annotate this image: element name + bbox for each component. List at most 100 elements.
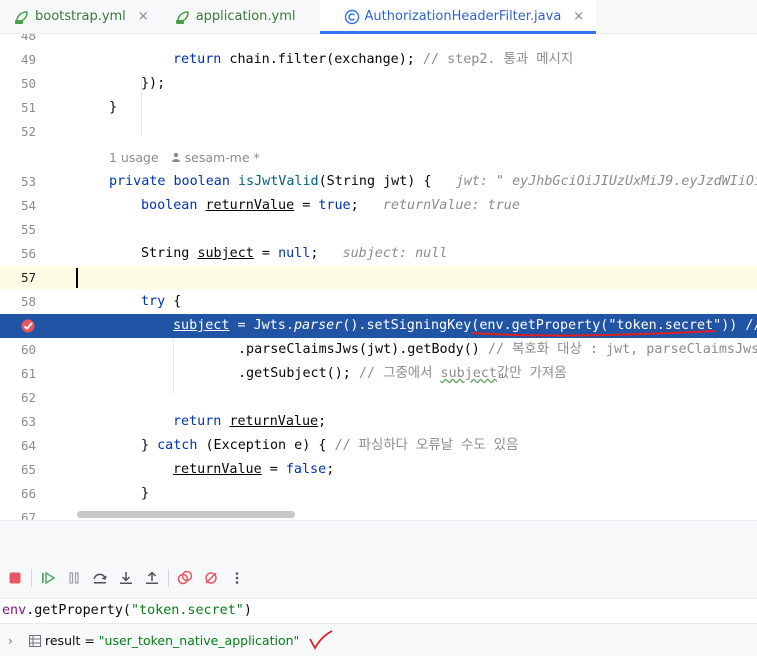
code-text: returnValue = false; <box>173 462 335 477</box>
usage-count[interactable]: 1 usage <box>109 150 159 165</box>
code-line: 64 } catch (Exception e) { // 파싱하다 오류날 수… <box>0 434 757 458</box>
line-number: 57 <box>20 270 36 285</box>
text-caret <box>76 268 78 288</box>
pause-icon <box>69 572 79 584</box>
code-text: .parseClaimsJws(jwt).getBody() // 복호화 대상… <box>238 342 757 357</box>
code-line: 51 } <box>0 96 757 120</box>
tab-label: application.yml <box>195 9 296 24</box>
code-text: return returnValue; <box>173 414 327 429</box>
yml-file-icon <box>175 10 189 24</box>
breakpoint-icon[interactable] <box>20 318 36 334</box>
view-breakpoints-button[interactable] <box>172 565 198 591</box>
line-number: 64 <box>20 438 36 453</box>
line-number: 48 <box>20 34 36 43</box>
close-tab-button[interactable]: × <box>138 9 149 24</box>
code-line: 63 return returnValue; <box>0 410 757 434</box>
line-number: 50 <box>20 76 36 91</box>
resume-icon <box>42 571 56 585</box>
tab-authorization-header-filter[interactable]: AuthorizationHeaderFilter.java × <box>319 0 597 34</box>
code-line: 50 }); <box>0 72 757 96</box>
step-into-icon <box>120 572 132 584</box>
result-text: result = "user_token_native_application" <box>45 633 300 648</box>
evaluation-result-row[interactable]: › result = "user_token_native_applicatio… <box>0 625 757 656</box>
line-number: 66 <box>20 486 36 501</box>
red-checkmark-annotation <box>309 630 333 650</box>
line-number: 53 <box>20 174 36 189</box>
line-number: 51 <box>20 100 36 115</box>
code-line: 62 <box>0 386 757 410</box>
tab-bootstrap-yml[interactable]: bootstrap.yml × <box>0 0 161 33</box>
line-number: 60 <box>20 342 36 357</box>
debug-inline-value: returnValue: true <box>382 198 520 213</box>
code-text: }); <box>141 76 166 91</box>
code-text: String subject = null; subject: null <box>141 246 448 261</box>
code-line: 66 } <box>0 482 757 506</box>
execution-point-line: 59 subject = Jwts.parser().setSigningKey… <box>0 314 757 338</box>
step-out-icon <box>146 571 158 584</box>
mute-breakpoints-button[interactable] <box>198 565 224 591</box>
current-code-line: 57 <box>0 266 757 290</box>
step-over-icon <box>93 573 107 584</box>
toolbar-separator <box>168 569 169 587</box>
line-number: 54 <box>20 198 36 213</box>
code-line: 48 <box>0 34 757 48</box>
more-options-button[interactable] <box>224 565 250 591</box>
debug-inline-value: subject: null <box>342 246 448 261</box>
author-name: sesam-me * <box>184 150 260 165</box>
java-class-icon <box>344 9 359 24</box>
line-number: 61 <box>20 366 36 381</box>
line-number: 63 <box>20 414 36 429</box>
code-text: return chain.filter(exchange); // step2.… <box>173 52 574 67</box>
evaluate-expression-input[interactable]: env.getProperty("token.secret") <box>0 598 757 624</box>
view-breakpoints-icon <box>177 570 193 585</box>
author-icon <box>171 150 185 165</box>
tab-label: AuthorizationHeaderFilter.java <box>364 9 562 24</box>
code-text: .getSubject(); // 그중에서 subject값만 가져옴 <box>238 366 567 381</box>
code-line: 52 <box>0 120 757 144</box>
pause-button[interactable] <box>61 565 87 591</box>
code-line: 56 String subject = null; subject: null <box>0 242 757 266</box>
close-tab-button[interactable]: × <box>573 9 584 24</box>
tab-application-yml[interactable]: application.yml <box>161 0 320 33</box>
line-number: 65 <box>20 462 36 477</box>
code-line: 60 .parseClaimsJws(jwt).getBody() // 복호화… <box>0 338 757 362</box>
code-text: } <box>141 486 150 501</box>
step-into-button[interactable] <box>113 565 139 591</box>
debug-panel: env.getProperty("token.secret") › result… <box>0 520 757 656</box>
debug-inline-value: jwt: " eyJhbGciOiJIUzUxMiJ9.eyJzdWIiOiI <box>455 174 757 189</box>
red-underline-annotation <box>471 330 716 337</box>
code-line: 54 boolean returnValue = true; returnVal… <box>0 194 757 218</box>
editor-tab-bar: bootstrap.yml × application.yml Authoriz… <box>0 0 757 34</box>
code-line: 58 try { <box>0 290 757 314</box>
line-number: 58 <box>20 294 36 309</box>
step-over-button[interactable] <box>87 565 113 591</box>
code-line: 49 return chain.filter(exchange); // ste… <box>0 48 757 72</box>
expand-arrow-icon[interactable]: › <box>8 625 13 656</box>
code-text: boolean returnValue = true; returnValue:… <box>141 198 520 213</box>
toolbar-separator <box>31 569 32 587</box>
stop-button[interactable] <box>2 565 28 591</box>
stop-icon <box>9 572 21 584</box>
horizontal-scrollbar[interactable] <box>77 511 295 518</box>
line-number: 67 <box>20 510 36 520</box>
debug-toolbar <box>0 561 757 595</box>
line-number: 52 <box>20 124 36 139</box>
code-line: 61 .getSubject(); // 그중에서 subject값만 가져옴 <box>0 362 757 386</box>
code-text: } catch (Exception e) { // 파싱하다 오류날 수도 있… <box>141 438 519 453</box>
code-line: 65 returnValue = false; <box>0 458 757 482</box>
line-number: 55 <box>20 222 36 237</box>
line-number: 56 <box>20 246 36 261</box>
tab-label: bootstrap.yml <box>35 9 126 24</box>
yml-file-icon <box>15 10 28 24</box>
code-text: } <box>109 100 118 115</box>
line-number: 49 <box>20 52 36 67</box>
more-vertical-icon <box>235 572 239 584</box>
code-line: 55 <box>0 218 757 242</box>
code-text: private boolean isJwtValid(String jwt) {… <box>109 170 757 194</box>
code-editor[interactable]: 48 49 return chain.filter(exchange); // … <box>0 34 757 520</box>
step-out-button[interactable] <box>139 565 165 591</box>
usage-inlay-hint[interactable]: 1 usage sesam-me * <box>109 146 260 170</box>
code-text: try { <box>141 294 182 309</box>
mute-breakpoints-icon <box>205 572 217 584</box>
resume-button[interactable] <box>35 565 61 591</box>
